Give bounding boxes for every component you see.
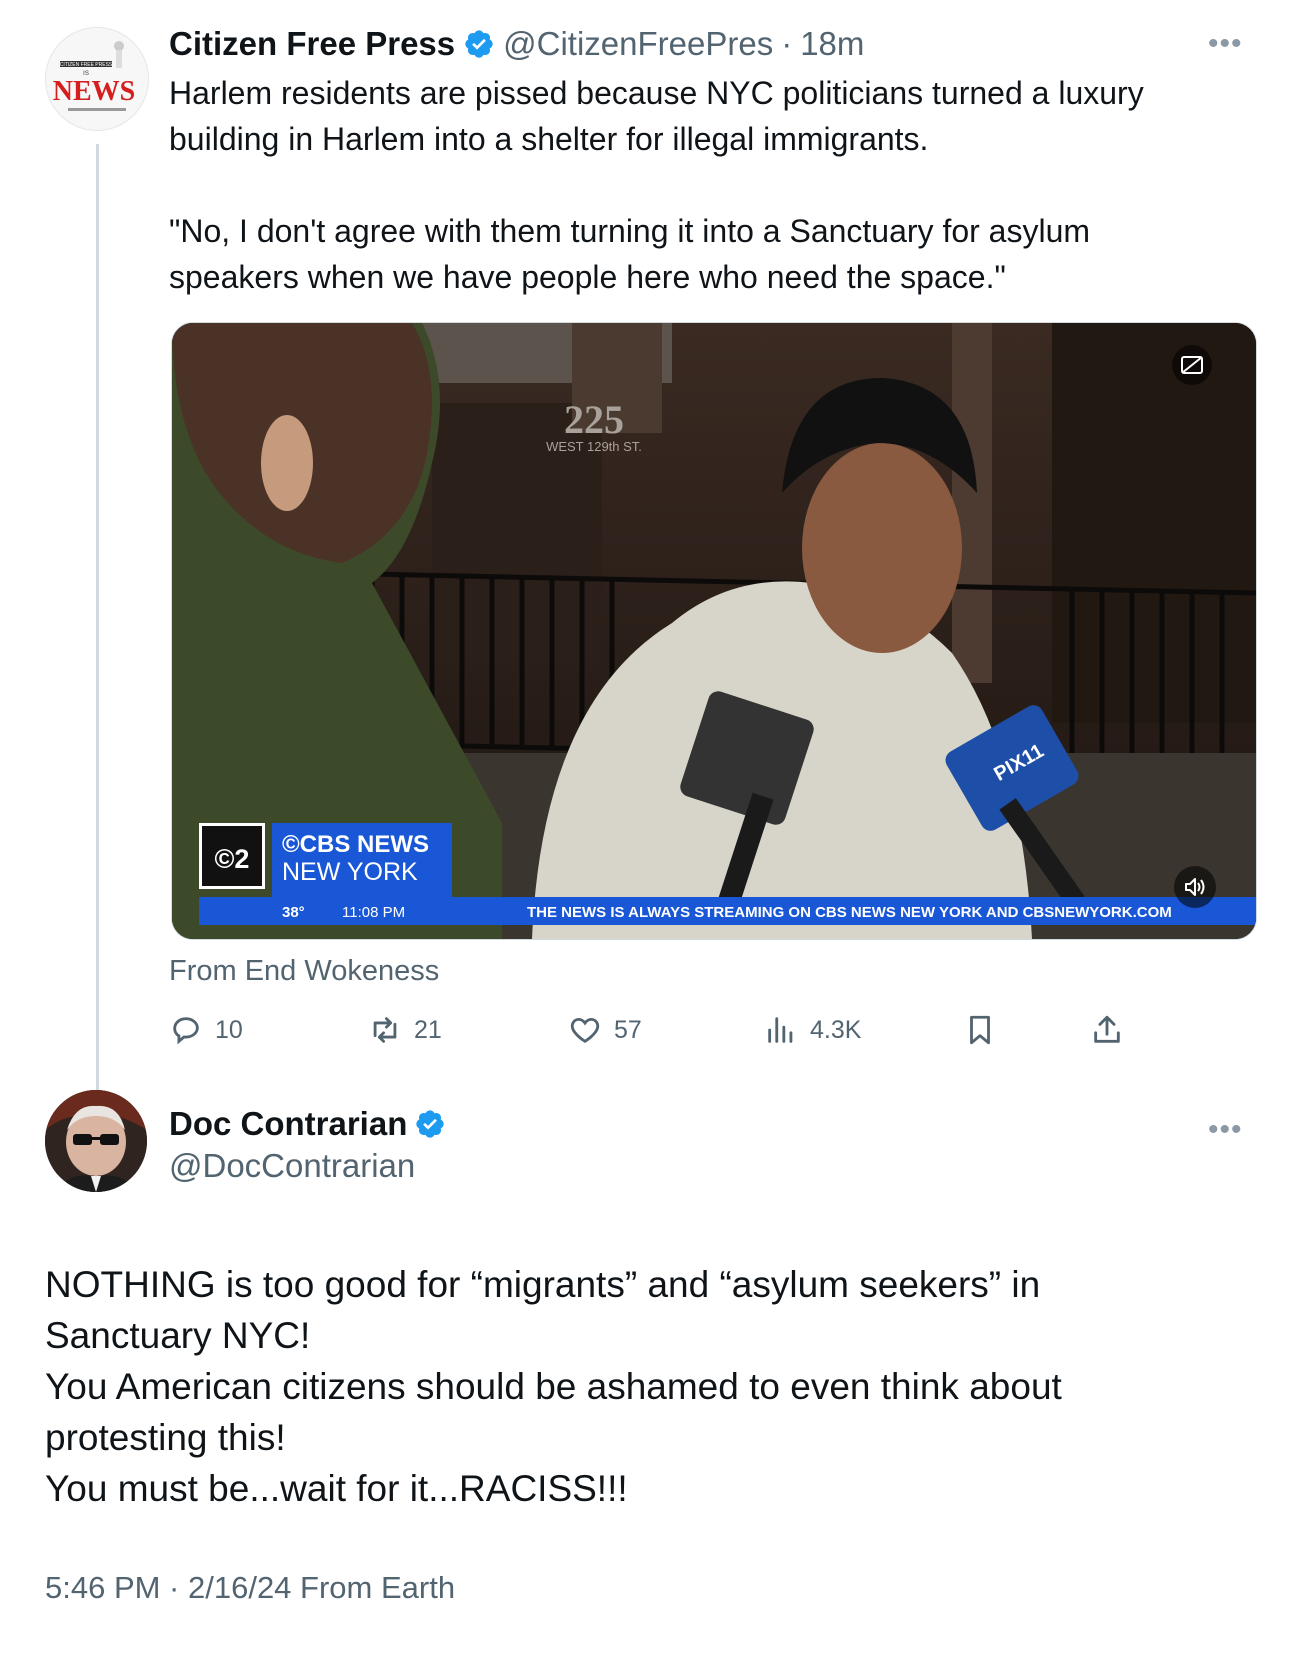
retweet-count: 21 (414, 1015, 442, 1044)
tweet-text-line: Harlem residents are pissed because NYC … (169, 75, 1144, 111)
retweet-icon (373, 1017, 397, 1043)
retweet-button[interactable]: 21 (368, 1008, 442, 1052)
citizen-free-press-avatar[interactable]: CITIZEN FREE PRESS IS NEWS (45, 27, 149, 131)
building-street-text: WEST 129th ST. (546, 439, 642, 454)
share-icon (1094, 1015, 1120, 1043)
clock-text: 11:08 PM (342, 904, 405, 921)
verified-badge-icon (463, 28, 495, 60)
doc-contrarian-avatar[interactable] (45, 1090, 147, 1192)
closed-captions-icon (1181, 356, 1203, 374)
closed-captions-button[interactable] (1172, 345, 1212, 385)
header-separator: · (781, 25, 793, 62)
bookmark-icon (970, 1015, 990, 1045)
network-name-text: ©CBS NEWS (282, 831, 429, 858)
reply-count: 10 (215, 1015, 243, 1044)
author-name[interactable]: Doc Contrarian (169, 1105, 407, 1143)
verified-badge-icon (414, 1108, 446, 1140)
video-frame: 225 WEST 129th ST. PIX11 ©2 ©CBS NEWS NE… (172, 323, 1256, 939)
avatar-news-text: NEWS (53, 76, 135, 107)
author-name[interactable]: Citizen Free Press (169, 25, 455, 63)
tweet-time[interactable]: 18m (800, 25, 864, 63)
tweet-timestamp[interactable]: 5:46 PM · 2/16/24 From Earth (45, 1570, 455, 1606)
like-count: 57 (614, 1015, 642, 1044)
tweet-quote-line: speakers when we have people here who ne… (169, 259, 1006, 295)
speaker-icon (1185, 878, 1205, 896)
temperature-text: 38° (282, 904, 305, 921)
avatar-logo-graphic: CITIZEN FREE PRESS IS NEWS (46, 28, 148, 130)
views-chart-icon (768, 1017, 793, 1043)
tweet-quote-line: "No, I don't agree with them turning it … (169, 213, 1091, 249)
tweet-body-line: protesting this! (45, 1417, 286, 1458)
views-button[interactable]: 4.3K (764, 1008, 861, 1052)
tweet1-text: Harlem residents are pissed because NYC … (169, 70, 1249, 300)
more-options-icon[interactable]: ••• (1208, 1113, 1243, 1147)
author-handle[interactable]: @DocContrarian (169, 1147, 415, 1185)
thread-connector-line (96, 144, 99, 1092)
share-button[interactable] (1090, 1008, 1136, 1052)
tweet-text-line: building in Harlem into a shelter for il… (169, 121, 929, 157)
channel-logo-text: ©2 (215, 844, 250, 874)
tweet-body-line: You must be...wait for it...RACISS!!! (45, 1468, 628, 1509)
building-number-text: 225 (564, 397, 624, 442)
bookmark-button[interactable] (963, 1008, 1009, 1052)
tweet-body-line: Sanctuary NYC! (45, 1315, 311, 1356)
tweet1-header: Citizen Free Press @CitizenFreePres · 18… (169, 22, 864, 66)
like-button[interactable]: 57 (568, 1008, 642, 1052)
reply-button[interactable]: 10 (169, 1008, 243, 1052)
more-options-icon[interactable]: ••• (1208, 27, 1243, 61)
tweet-body-line: You American citizens should be ashamed … (45, 1366, 1062, 1407)
reply-icon (173, 1017, 199, 1045)
avatar-portrait-graphic (45, 1090, 147, 1192)
heart-icon (570, 1017, 600, 1043)
views-count: 4.3K (810, 1015, 862, 1044)
mute-toggle-button[interactable] (1174, 866, 1216, 908)
city-name-text: NEW YORK (282, 858, 418, 886)
video-source-label[interactable]: From End Wokeness (169, 955, 439, 988)
video-player[interactable]: 225 WEST 129th ST. PIX11 ©2 ©CBS NEWS NE… (171, 322, 1257, 940)
ticker-text: THE NEWS IS ALWAYS STREAMING ON CBS NEWS… (527, 904, 1172, 921)
tweet-body-line: NOTHING is too good for “migrants” and “… (45, 1264, 1041, 1305)
tweet2-body: NOTHING is too good for “migrants” and “… (45, 1259, 1245, 1514)
avatar-banner-text: CITIZEN FREE PRESS (60, 62, 113, 68)
author-handle[interactable]: @CitizenFreePres (503, 25, 773, 63)
